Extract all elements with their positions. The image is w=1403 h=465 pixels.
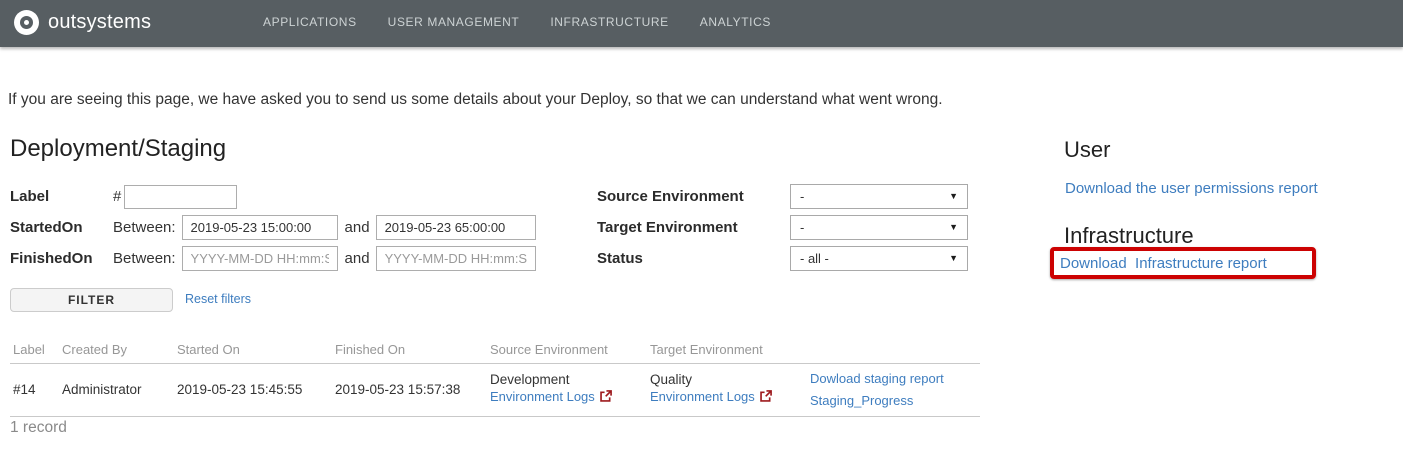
download-staging-report-link[interactable]: Dowload staging report <box>810 371 974 386</box>
cell-actions: Dowload staging report Staging_Progress <box>810 363 980 417</box>
filter-row-status: Status - all - ▼ <box>597 246 968 271</box>
deployments-table: Label Created By Started On Finished On … <box>10 337 980 417</box>
col-header-label: Label <box>10 337 62 364</box>
between-label: Between: <box>113 219 176 236</box>
source-environment-logs-link[interactable]: Environment Logs <box>490 389 595 404</box>
external-link-icon <box>759 390 772 407</box>
cell-created-by: Administrator <box>62 363 177 417</box>
and-label: and <box>344 250 370 267</box>
nav-infrastructure[interactable]: INFRASTRUCTURE <box>550 15 668 29</box>
source-environment-name: Development <box>490 372 570 387</box>
source-environment-label: Source Environment <box>597 188 744 205</box>
cell-started-on: 2019-05-23 15:45:55 <box>177 363 335 417</box>
target-environment-name: Quality <box>650 372 693 387</box>
staging-progress-link[interactable]: Staging_Progress <box>810 393 974 408</box>
finished-on-filter-label: FinishedOn <box>10 250 93 267</box>
outsystems-logo[interactable]: outsystems <box>14 0 151 44</box>
table-row: #14 Administrator 2019-05-23 15:45:55 20… <box>10 363 980 417</box>
hash-prefix: # <box>113 188 122 205</box>
col-header-created-by: Created By <box>62 337 177 364</box>
status-label: Status <box>597 250 643 267</box>
download-infrastructure-report-link[interactable]: Download Infrastructure report <box>1060 255 1267 272</box>
col-header-started-on: Started On <box>177 337 335 364</box>
intro-message: If you are seeing this page, we have ask… <box>8 91 943 108</box>
user-section-title: User <box>1064 137 1111 162</box>
status-select[interactable]: - all - ▼ <box>790 246 968 271</box>
nav-applications[interactable]: APPLICATIONS <box>263 15 357 29</box>
started-on-filter-label: StartedOn <box>10 219 83 236</box>
chevron-down-icon: ▼ <box>949 222 958 232</box>
nav-user-management[interactable]: USER MANAGEMENT <box>388 15 520 29</box>
finished-on-to-input[interactable] <box>375 246 536 271</box>
col-header-finished-on: Finished On <box>335 337 490 364</box>
cell-label: #14 <box>10 363 62 417</box>
table-header-row: Label Created By Started On Finished On … <box>10 337 980 364</box>
infrastructure-section-title: Infrastructure <box>1064 223 1194 248</box>
started-on-to-input[interactable] <box>375 215 536 240</box>
filter-row-source-environment: Source Environment - ▼ <box>597 184 968 209</box>
reset-filters-link[interactable]: Reset filters <box>185 292 251 306</box>
between-label: Between: <box>113 250 176 267</box>
chevron-down-icon: ▼ <box>949 253 958 263</box>
target-environment-label: Target Environment <box>597 219 738 236</box>
external-link-icon <box>599 390 612 407</box>
source-environment-select[interactable]: - ▼ <box>790 184 968 209</box>
cell-target-environment: Quality Environment Logs <box>650 363 810 417</box>
source-environment-value: - <box>800 189 805 204</box>
filter-row-finished-on: FinishedOn Between: and <box>10 246 536 271</box>
download-user-permissions-link[interactable]: Download the user permissions report <box>1065 180 1318 197</box>
filter-row-started-on: StartedOn Between: and <box>10 215 536 240</box>
target-environment-value: - <box>800 220 805 235</box>
label-filter-label: Label <box>10 188 50 205</box>
started-on-from-input[interactable] <box>181 215 338 240</box>
logo-text: outsystems <box>48 10 152 33</box>
target-environment-logs-link[interactable]: Environment Logs <box>650 389 755 404</box>
record-count: 1 record <box>10 419 67 436</box>
and-label: and <box>344 219 370 236</box>
top-nav-bar: outsystems APPLICATIONS USER MANAGEMENT … <box>0 0 1403 47</box>
col-header-target-environment: Target Environment <box>650 337 810 364</box>
filters-right-column: Source Environment - ▼ Target Environmen… <box>597 184 968 277</box>
cell-finished-on: 2019-05-23 15:57:38 <box>335 363 490 417</box>
chevron-down-icon: ▼ <box>949 191 958 201</box>
cell-source-environment: Development Environment Logs <box>490 363 650 417</box>
label-filter-input[interactable] <box>124 184 237 209</box>
annotation-highlight-box: Download Infrastructure report <box>1050 247 1316 279</box>
filter-button[interactable]: FILTER <box>10 288 173 312</box>
nav-analytics[interactable]: ANALYTICS <box>700 15 771 29</box>
status-value: - all - <box>800 251 829 266</box>
main-nav: APPLICATIONS USER MANAGEMENT INFRASTRUCT… <box>263 0 771 44</box>
filters-left-column: Label # StartedOn Between: and FinishedO… <box>10 184 536 277</box>
finished-on-from-input[interactable] <box>181 246 338 271</box>
target-environment-select[interactable]: - ▼ <box>790 215 968 240</box>
page: outsystems APPLICATIONS USER MANAGEMENT … <box>0 0 1403 465</box>
filter-row-label: Label # <box>10 184 536 209</box>
filter-row-target-environment: Target Environment - ▼ <box>597 215 968 240</box>
page-title: Deployment/Staging <box>10 135 227 162</box>
col-header-source-environment: Source Environment <box>490 337 650 364</box>
outsystems-logo-icon <box>14 9 39 35</box>
col-header-actions <box>810 337 980 364</box>
